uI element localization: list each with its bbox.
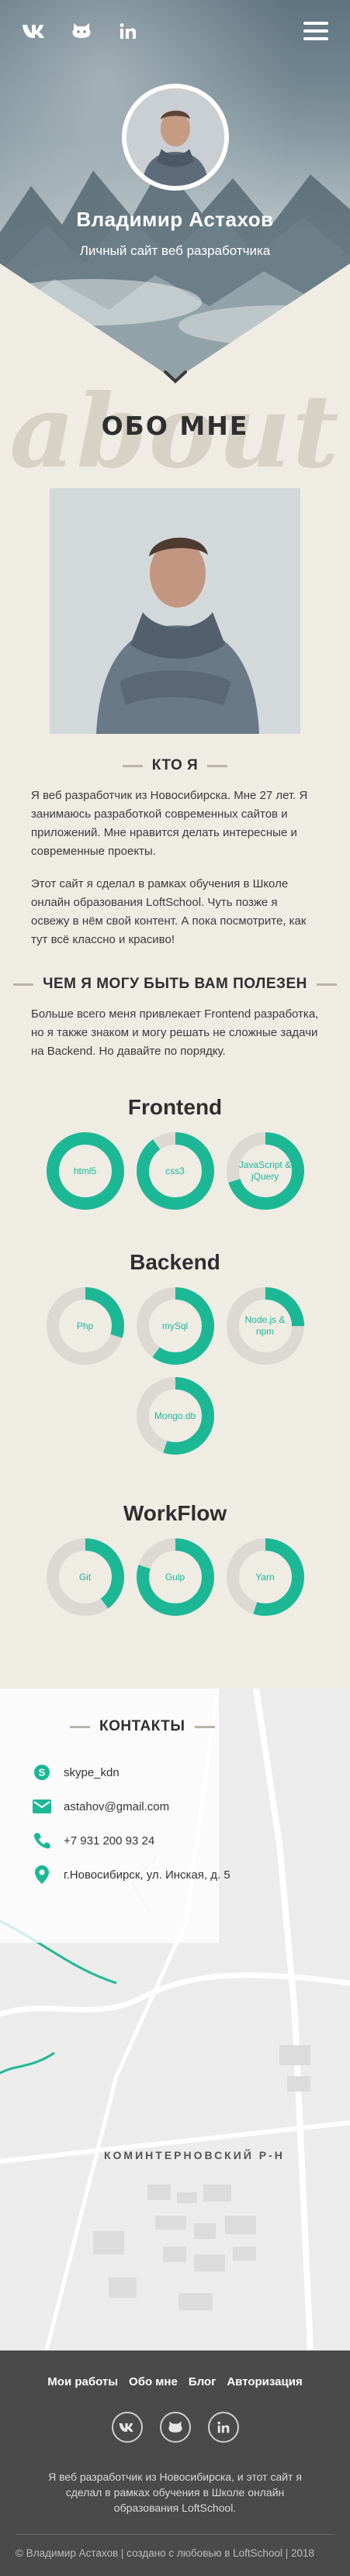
- skill-group-title-workflow: WorkFlow: [123, 1501, 227, 1525]
- who-heading: КТО Я: [0, 757, 350, 774]
- github-icon[interactable]: [68, 22, 95, 40]
- mail-icon: [33, 1797, 51, 1816]
- skill-ring: css3: [136, 1132, 214, 1210]
- footer-link-works[interactable]: Мои работы: [47, 2375, 118, 2388]
- skill-label: mySql: [161, 1320, 189, 1331]
- map-district-label: КОМИНТЕРНОВСКИЙ Р-Н: [104, 2149, 285, 2161]
- skill-ring: Yarn: [226, 1538, 304, 1616]
- footer-link-auth[interactable]: Авторизация: [227, 2375, 302, 2388]
- burger-menu-icon[interactable]: [303, 22, 328, 40]
- divider: [13, 983, 34, 986]
- divider: [194, 1725, 215, 1728]
- skill-label: Gulp: [165, 1571, 185, 1582]
- useful-heading-text: ЧЕМ Я МОГУ БЫТЬ ВАМ ПОЛЕЗЕН: [43, 976, 307, 992]
- hero-name: Владимир Астахов: [76, 208, 274, 231]
- hero-section: Владимир Астахов Личный сайт веб разрабо…: [0, 0, 350, 395]
- contact-skype-text: skype_kdn: [64, 1765, 120, 1779]
- skill-label: Mongo.db: [154, 1410, 196, 1421]
- skill-group-title-backend: Backend: [130, 1250, 220, 1274]
- skill-label: JavaScript & jQuery: [238, 1159, 292, 1182]
- avatar: [121, 84, 229, 191]
- contact-phone[interactable]: +7 931 200 93 24: [33, 1824, 230, 1858]
- skill-label: Php: [76, 1320, 94, 1331]
- footer: Мои работы Обо мне Блог Авторизация Я ве…: [0, 2350, 350, 2576]
- avatar-photo: [126, 88, 224, 186]
- vk-icon[interactable]: [22, 22, 48, 40]
- who-paragraph-2: Этот сайт я сделал в рамках обучения в Ш…: [31, 877, 307, 946]
- footer-copyright: © Владимир Астахов | создано с любовью в…: [16, 2534, 334, 2561]
- linkedin-icon[interactable]: [115, 22, 141, 40]
- skill-ring: Mongo.db: [136, 1377, 214, 1455]
- who-paragraph-1: Я веб разработчик из Новосибирска. Мне 2…: [31, 789, 308, 858]
- divider: [316, 983, 337, 986]
- skill-ring: JavaScript & jQuery: [226, 1132, 304, 1210]
- footer-about: Я веб разработчик из Новосибирска, и это…: [48, 2471, 302, 2514]
- divider: [122, 764, 143, 767]
- contact-address-text: г.Новосибирск, ул. Инская, д. 5: [64, 1868, 230, 1882]
- skill-group-backend: Php mySql Node.js & npm Mongo.db: [31, 1287, 319, 1455]
- skill-label: Yarn: [255, 1571, 275, 1582]
- skill-label: Node.js & npm: [244, 1314, 286, 1337]
- footer-social: [16, 2412, 334, 2443]
- svg-text:S: S: [39, 1767, 46, 1779]
- contact-skype[interactable]: S skype_kdn: [33, 1755, 230, 1789]
- skill-ring: Git: [46, 1538, 124, 1616]
- skill-ring: html5: [46, 1132, 124, 1210]
- footer-link-blog[interactable]: Блог: [189, 2375, 217, 2388]
- contacts-section: КОНТАКТЫ S skype_kdn astahov@gmail.com +…: [0, 1689, 350, 2350]
- contacts-list: S skype_kdn astahov@gmail.com +7 931 200…: [33, 1755, 230, 1892]
- skill-label: html5: [73, 1165, 97, 1176]
- divider: [207, 764, 228, 767]
- profile-photo: [50, 488, 300, 734]
- useful-paragraph: Больше всего меня привлекает Frontend ра…: [31, 1007, 319, 1058]
- about-section: about ОБО МНЕ КТО Я Я веб разработчик из…: [0, 372, 350, 1616]
- contacts-heading-text: КОНТАКТЫ: [99, 1718, 185, 1734]
- contact-phone-text: +7 931 200 93 24: [64, 1834, 155, 1848]
- skill-ring: Php: [46, 1287, 124, 1365]
- contact-address[interactable]: г.Новосибирск, ул. Инская, д. 5: [33, 1858, 230, 1892]
- linkedin-icon[interactable]: [207, 2412, 239, 2443]
- skill-label: Git: [78, 1571, 92, 1582]
- phone-icon: [33, 1831, 51, 1850]
- hero-subtitle: Личный сайт веб разработчика: [79, 243, 271, 258]
- about-title: ОБО МНЕ: [101, 411, 249, 441]
- who-heading-text: КТО Я: [151, 757, 199, 773]
- about-header: about ОБО МНЕ: [0, 372, 350, 491]
- useful-heading: ЧЕМ Я МОГУ БЫТЬ ВАМ ПОЛЕЗЕН: [0, 976, 350, 993]
- skill-ring: Gulp: [136, 1538, 214, 1616]
- skype-icon: S: [33, 1763, 51, 1782]
- vk-icon[interactable]: [111, 2412, 143, 2443]
- skill-group-workflow: Git Gulp Yarn: [31, 1538, 319, 1616]
- contact-email-text: astahov@gmail.com: [64, 1799, 170, 1813]
- contact-email[interactable]: astahov@gmail.com: [33, 1789, 230, 1824]
- location-pin-icon: [33, 1865, 51, 1884]
- contacts-heading: КОНТАКТЫ: [70, 1718, 215, 1735]
- skill-ring: Node.js & npm: [226, 1287, 304, 1365]
- github-icon[interactable]: [159, 2412, 191, 2443]
- divider: [70, 1725, 90, 1728]
- footer-nav: Мои работы Обо мне Блог Авторизация: [16, 2375, 334, 2388]
- skill-ring: mySql: [136, 1287, 214, 1365]
- social-links: [22, 22, 141, 40]
- skill-group-title-frontend: Frontend: [127, 1095, 223, 1119]
- top-bar: [0, 0, 350, 62]
- skill-group-frontend: html5 css3 JavaScript & jQuery: [31, 1132, 319, 1210]
- skill-label: css3: [165, 1165, 185, 1176]
- footer-link-about[interactable]: Обо мне: [129, 2375, 178, 2388]
